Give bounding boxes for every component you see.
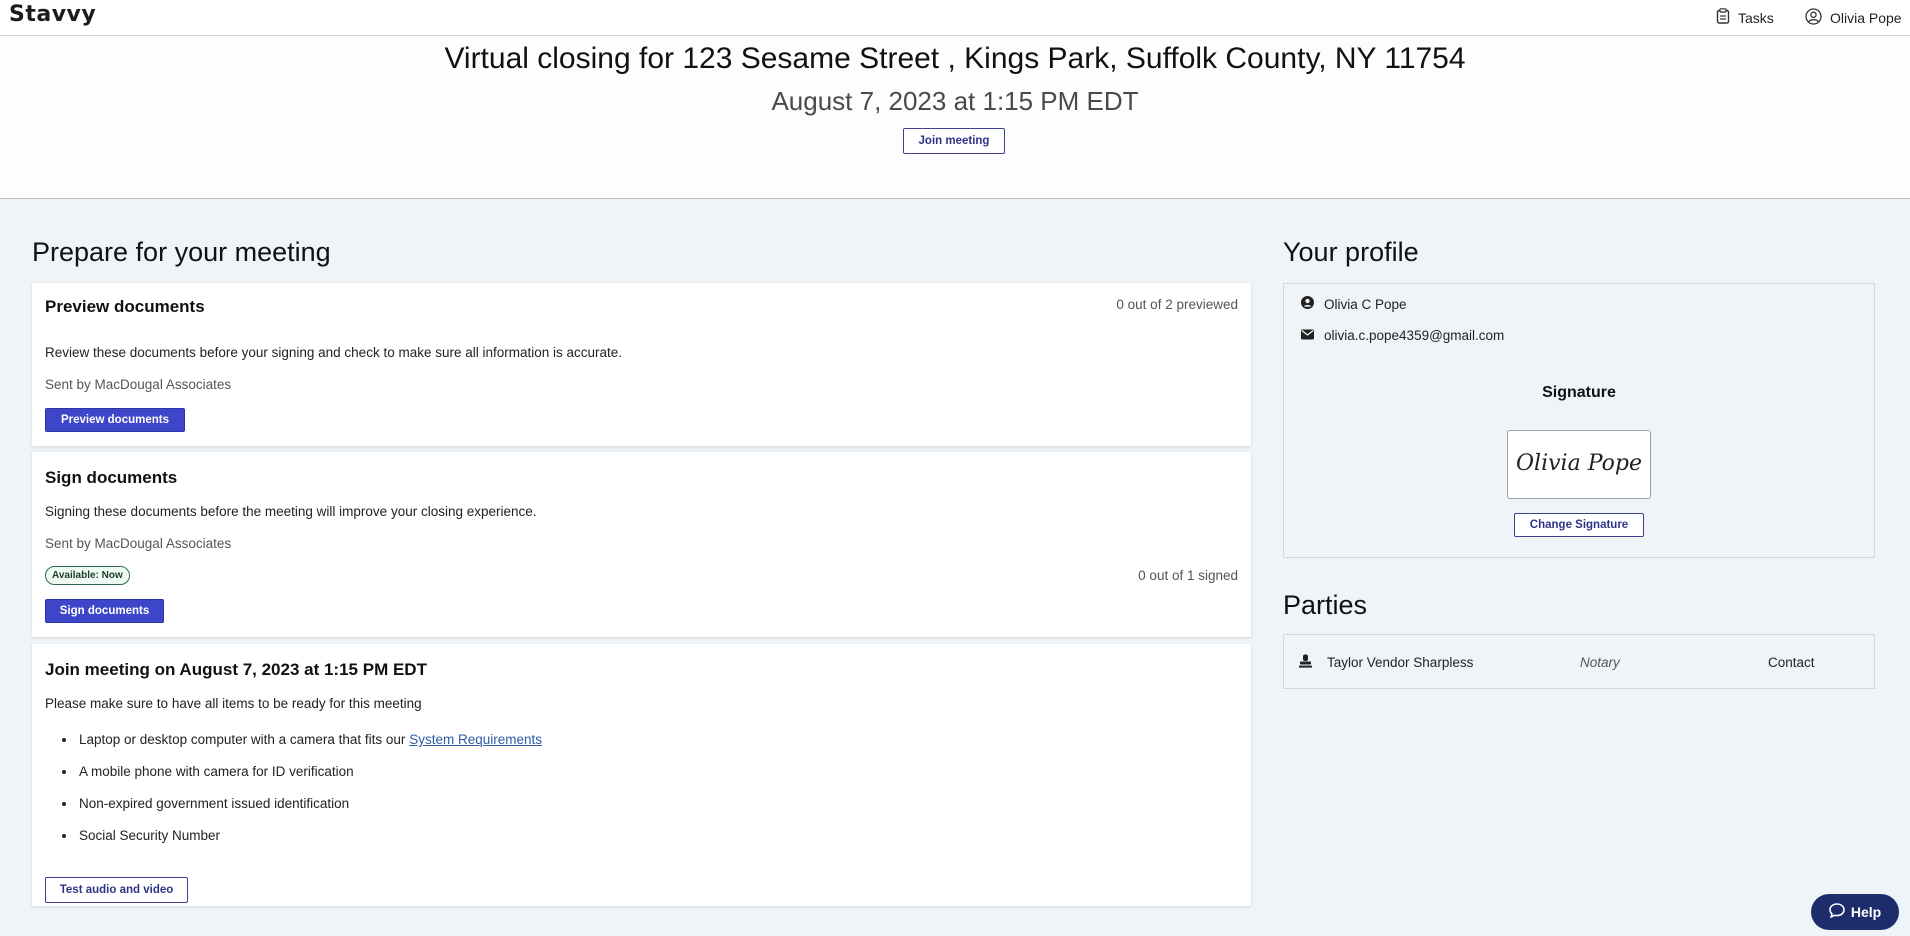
parties-panel: Taylor Vendor Sharpless Notary Contact [1283, 634, 1875, 689]
closing-date: August 7, 2023 at 1:15 PM EDT [771, 86, 1139, 116]
help-label: Help [1850, 904, 1882, 920]
table-row [1299, 635, 1312, 689]
prepare-heading: Prepare for your meeting [32, 237, 331, 267]
list-item: Non-expired government issued identifica… [77, 796, 542, 828]
stavvy-logo[interactable]: Stavvy [9, 2, 96, 27]
top-navigation-bar: Stavvy Tasks Olivia Pope [0, 0, 1910, 36]
contact-link[interactable]: Contact [1768, 635, 1815, 689]
parties-heading: Parties [1283, 590, 1368, 620]
preview-documents-card: Preview documents 0 out of 2 previewed R… [32, 283, 1251, 446]
tasks-label: Tasks [1738, 9, 1774, 26]
chat-bubble-icon [1829, 903, 1845, 921]
preview-count: 0 out of 2 previewed [1116, 297, 1238, 312]
profile-email-row: olivia.c.pope4359@gmail.com [1301, 328, 1504, 343]
closing-header: Virtual closing for 123 Sesame Street , … [0, 36, 1910, 199]
user-circle-icon [1805, 8, 1822, 28]
profile-name-row: Olivia C Pope [1301, 296, 1407, 312]
tasks-nav-link[interactable]: Tasks [1716, 8, 1774, 27]
party-name: Taylor Vendor Sharpless [1327, 654, 1474, 670]
preview-description: Review these documents before your signi… [45, 345, 623, 360]
signature-preview: Olivia Pope [1507, 430, 1651, 499]
envelope-icon [1301, 328, 1314, 343]
party-role: Notary [1580, 654, 1620, 670]
help-button[interactable]: Help [1811, 894, 1899, 930]
join-meeting-card: Join meeting on August 7, 2023 at 1:15 P… [32, 644, 1251, 906]
profile-panel: Olivia C Pope olivia.c.pope4359@gmail.co… [1283, 283, 1875, 558]
sign-card-title: Sign documents [45, 468, 178, 487]
list-item: Social Security Number [77, 828, 542, 860]
sign-documents-button[interactable]: Sign documents [45, 599, 164, 623]
preview-card-title: Preview documents [45, 297, 205, 316]
sign-sent-by: Sent by MacDougal Associates [45, 536, 232, 551]
preview-documents-button[interactable]: Preview documents [45, 408, 185, 432]
meeting-intro: Please make sure to have all items to be… [45, 696, 422, 711]
signed-count: 0 out of 1 signed [1138, 568, 1238, 583]
list-item: Laptop or desktop computer with a camera… [77, 732, 542, 764]
system-requirements-link[interactable]: System Requirements [409, 732, 542, 747]
sign-documents-card: Sign documents Signing these documents b… [32, 452, 1251, 637]
profile-name: Olivia C Pope [1324, 296, 1407, 312]
list-item: A mobile phone with camera for ID verifi… [77, 764, 542, 796]
user-name: Olivia Pope [1830, 10, 1902, 26]
test-audio-video-button[interactable]: Test audio and video [45, 877, 188, 903]
closing-title: Virtual closing for 123 Sesame Street , … [444, 42, 1466, 75]
availability-badge: Available: Now [45, 566, 130, 585]
preview-sent-by: Sent by MacDougal Associates [45, 377, 232, 392]
user-circle-icon [1301, 296, 1314, 312]
change-signature-button[interactable]: Change Signature [1514, 513, 1644, 537]
profile-email: olivia.c.pope4359@gmail.com [1324, 328, 1505, 343]
requirements-list: Laptop or desktop computer with a camera… [77, 732, 542, 860]
join-meeting-button[interactable]: Join meeting [903, 128, 1005, 154]
notary-stamp-icon [1299, 654, 1312, 671]
sign-description: Signing these documents before the meeti… [45, 504, 537, 519]
user-menu[interactable]: Olivia Pope [1805, 8, 1902, 28]
signature-heading: Signature [1542, 384, 1616, 401]
profile-heading: Your profile [1283, 237, 1419, 267]
clipboard-icon [1716, 8, 1730, 27]
meeting-card-title: Join meeting on August 7, 2023 at 1:15 P… [45, 660, 427, 679]
